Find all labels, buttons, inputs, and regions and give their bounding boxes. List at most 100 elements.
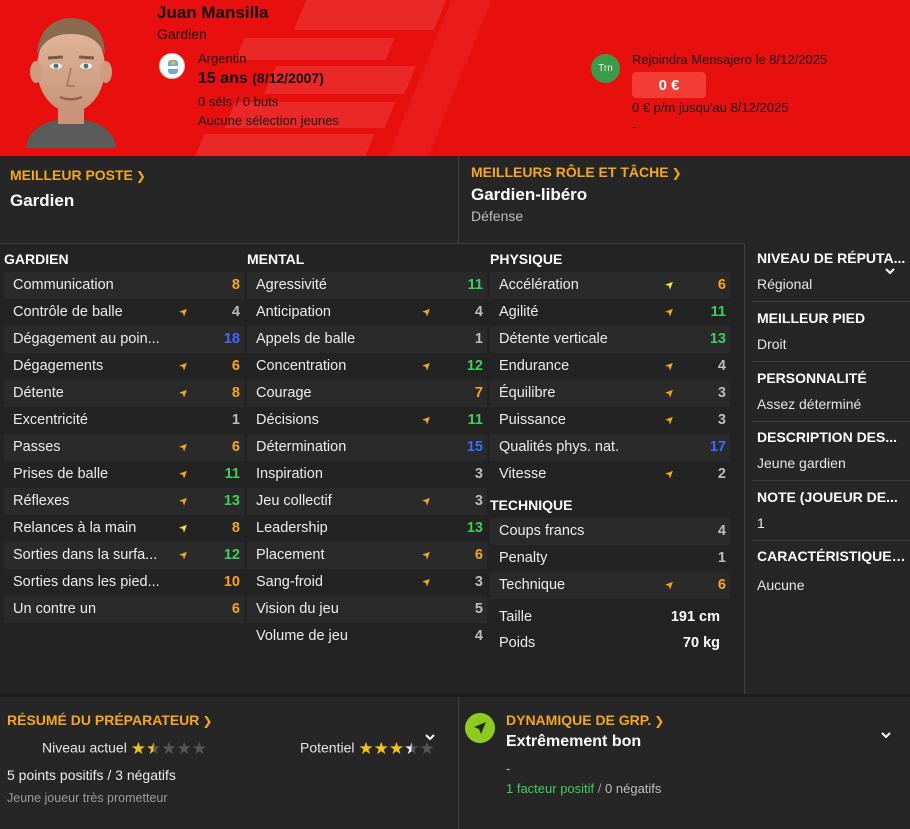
attribute-row[interactable]: Sorties dans les pied... 10 xyxy=(4,569,244,596)
attribute-name: Penalty xyxy=(499,550,548,566)
current-ability-stars: ★★★★★ xyxy=(131,739,207,759)
star-icon: ★ xyxy=(176,739,192,758)
best-role-value: Gardien-libéro xyxy=(471,185,588,204)
attributes-physical-title: PHYSIQUE xyxy=(490,251,563,267)
team-dynamics-title-text: DYNAMIQUE DE GRP. xyxy=(506,712,652,728)
team-dynamics-dash: - xyxy=(506,761,511,776)
attribute-name: Sorties dans la surfa... xyxy=(13,547,158,563)
attribute-row[interactable]: Contrôle de balle ➤ 4 xyxy=(4,299,244,326)
attribute-value: 8 xyxy=(231,520,240,536)
attribute-name: Inspiration xyxy=(256,466,323,482)
attribute-name: Endurance xyxy=(499,358,570,374)
best-foot-value: Droit xyxy=(757,336,787,352)
attribute-value: 6 xyxy=(231,439,240,455)
attribute-name: Détente xyxy=(13,385,64,401)
current-ability-label: Niveau actuel xyxy=(42,739,127,756)
coach-report-note: Jeune joueur très prometteur xyxy=(7,791,168,805)
attribute-value: 11 xyxy=(467,277,483,293)
attribute-value: 4 xyxy=(474,628,483,644)
attribute-row[interactable]: Puissance ➤ 3 xyxy=(490,407,730,434)
attribute-row[interactable]: Détente verticale 13 xyxy=(490,326,730,353)
argentina-flag-icon[interactable] xyxy=(159,53,185,79)
attribute-row[interactable]: Courage 7 xyxy=(247,380,487,407)
attribute-value: 13 xyxy=(223,493,240,509)
negative-factors: 0 négatifs xyxy=(605,781,662,796)
potential-ability: Potentiel ★★★★★ xyxy=(300,739,435,759)
attribute-value: 17 xyxy=(709,439,726,455)
best-position-value: Gardien xyxy=(10,191,75,210)
attribute-row[interactable]: Vitesse ➤ 2 xyxy=(490,461,730,488)
attribute-row[interactable]: Réflexes ➤ 13 xyxy=(4,488,244,515)
weight-label: Poids xyxy=(499,635,536,651)
personality-value: Assez déterminé xyxy=(757,396,862,412)
team-dynamics-title[interactable]: DYNAMIQUE DE GRP. ❯ xyxy=(506,712,664,728)
attribute-row[interactable]: Volume de jeu 4 xyxy=(247,623,487,650)
attribute-row[interactable]: Relances à la main ➤ 8 xyxy=(4,515,244,542)
attribute-row[interactable]: Décisions ➤ 11 xyxy=(247,407,487,434)
attribute-row[interactable]: Vision du jeu 5 xyxy=(247,596,487,623)
attribute-row[interactable]: Appels de balle 1 xyxy=(247,326,487,353)
attribute-row[interactable]: Détermination 15 xyxy=(247,434,487,461)
team-dynamics-icon xyxy=(465,713,495,743)
attribute-value: 8 xyxy=(231,277,240,293)
attribute-row[interactable]: Dégagements ➤ 6 xyxy=(4,353,244,380)
attribute-value: 13 xyxy=(709,331,726,347)
chevron-down-icon[interactable] xyxy=(424,732,436,742)
divider xyxy=(744,244,745,694)
attribute-name: Contrôle de balle xyxy=(13,304,123,320)
attribute-row[interactable]: Sang-froid ➤ 3 xyxy=(247,569,487,596)
divider xyxy=(752,301,910,302)
player-name: Juan Mansilla xyxy=(157,3,269,22)
attribute-row[interactable]: Agilité ➤ 11 xyxy=(490,299,730,326)
attribute-row[interactable]: Communication 8 xyxy=(4,272,244,299)
attribute-row[interactable]: Concentration ➤ 12 xyxy=(247,353,487,380)
attribute-name: Passes xyxy=(13,439,61,455)
attribute-row[interactable]: Coups francs 4 xyxy=(490,518,730,545)
attribute-row[interactable]: Équilibre ➤ 3 xyxy=(490,380,730,407)
attribute-row[interactable]: Penalty 1 xyxy=(490,545,730,572)
attribute-row[interactable]: Technique ➤ 6 xyxy=(490,572,730,599)
best-role-title-text: MEILLEURS RÔLE ET TÂCHE xyxy=(471,164,669,180)
attribute-row[interactable]: Leadership 13 xyxy=(247,515,487,542)
chevron-right-icon: ❯ xyxy=(202,714,213,728)
attribute-row[interactable]: Placement ➤ 6 xyxy=(247,542,487,569)
attribute-row[interactable]: Accélération ➤ 6 xyxy=(490,272,730,299)
attribute-row[interactable]: Excentricité 1 xyxy=(4,407,244,434)
attribute-row[interactable]: Passes ➤ 6 xyxy=(4,434,244,461)
attribute-row[interactable]: Dégagement au poin... 18 xyxy=(4,326,244,353)
attribute-row[interactable]: Anticipation ➤ 4 xyxy=(247,299,487,326)
attribute-name: Sang-froid xyxy=(256,574,323,590)
coach-report-panel: RÉSUMÉ DU PRÉPARATEUR ❯ Niveau actuel ★★★… xyxy=(0,697,458,829)
attribute-row[interactable]: Endurance ➤ 4 xyxy=(490,353,730,380)
attribute-row[interactable]: Inspiration 3 xyxy=(247,461,487,488)
attribute-name: Accélération xyxy=(499,277,579,293)
attribute-name: Vision du jeu xyxy=(256,601,339,617)
player-role: Gardien xyxy=(157,26,207,42)
attribute-value: 3 xyxy=(717,412,726,428)
best-role-duty: Défense xyxy=(471,208,524,224)
traits-title: CARACTÉRISTIQUES J... xyxy=(757,548,907,564)
attribute-value: 4 xyxy=(231,304,240,320)
transfer-join-info[interactable]: Rejoindra Mensajero le 8/12/2025 xyxy=(632,52,827,67)
coach-report-title[interactable]: RÉSUMÉ DU PRÉPARATEUR ❯ xyxy=(7,712,212,728)
attribute-row[interactable]: Qualités phys. nat. 17 xyxy=(490,434,730,461)
best-position-title[interactable]: MEILLEUR POSTE ❯ xyxy=(10,167,146,183)
chevron-down-icon[interactable] xyxy=(880,730,892,740)
attribute-row[interactable]: Un contre un 6 xyxy=(4,596,244,623)
attribute-row[interactable]: Prises de balle ➤ 11 xyxy=(4,461,244,488)
positive-factors: 1 facteur positif xyxy=(506,781,595,796)
attribute-name: Dégagement au poin... xyxy=(13,331,160,347)
attribute-name: Jeu collectif xyxy=(256,493,332,509)
attribute-value: 12 xyxy=(466,358,483,374)
player-nationality[interactable]: Argentin xyxy=(198,51,246,66)
chevron-down-icon[interactable] xyxy=(884,266,896,276)
attribute-value: 1 xyxy=(474,331,483,347)
attribute-row[interactable]: Agressivité 11 xyxy=(247,272,487,299)
attribute-row[interactable]: Jeu collectif ➤ 3 xyxy=(247,488,487,515)
attribute-row[interactable]: Détente ➤ 8 xyxy=(4,380,244,407)
best-role-title[interactable]: MEILLEURS RÔLE ET TÂCHE ❯ xyxy=(471,164,682,180)
header-stripes xyxy=(0,0,910,156)
attribute-row[interactable]: Sorties dans la surfa... ➤ 12 xyxy=(4,542,244,569)
club-badge-icon[interactable]: Trn xyxy=(591,54,620,83)
coach-report-summary: 5 points positifs / 3 négatifs xyxy=(7,767,176,783)
